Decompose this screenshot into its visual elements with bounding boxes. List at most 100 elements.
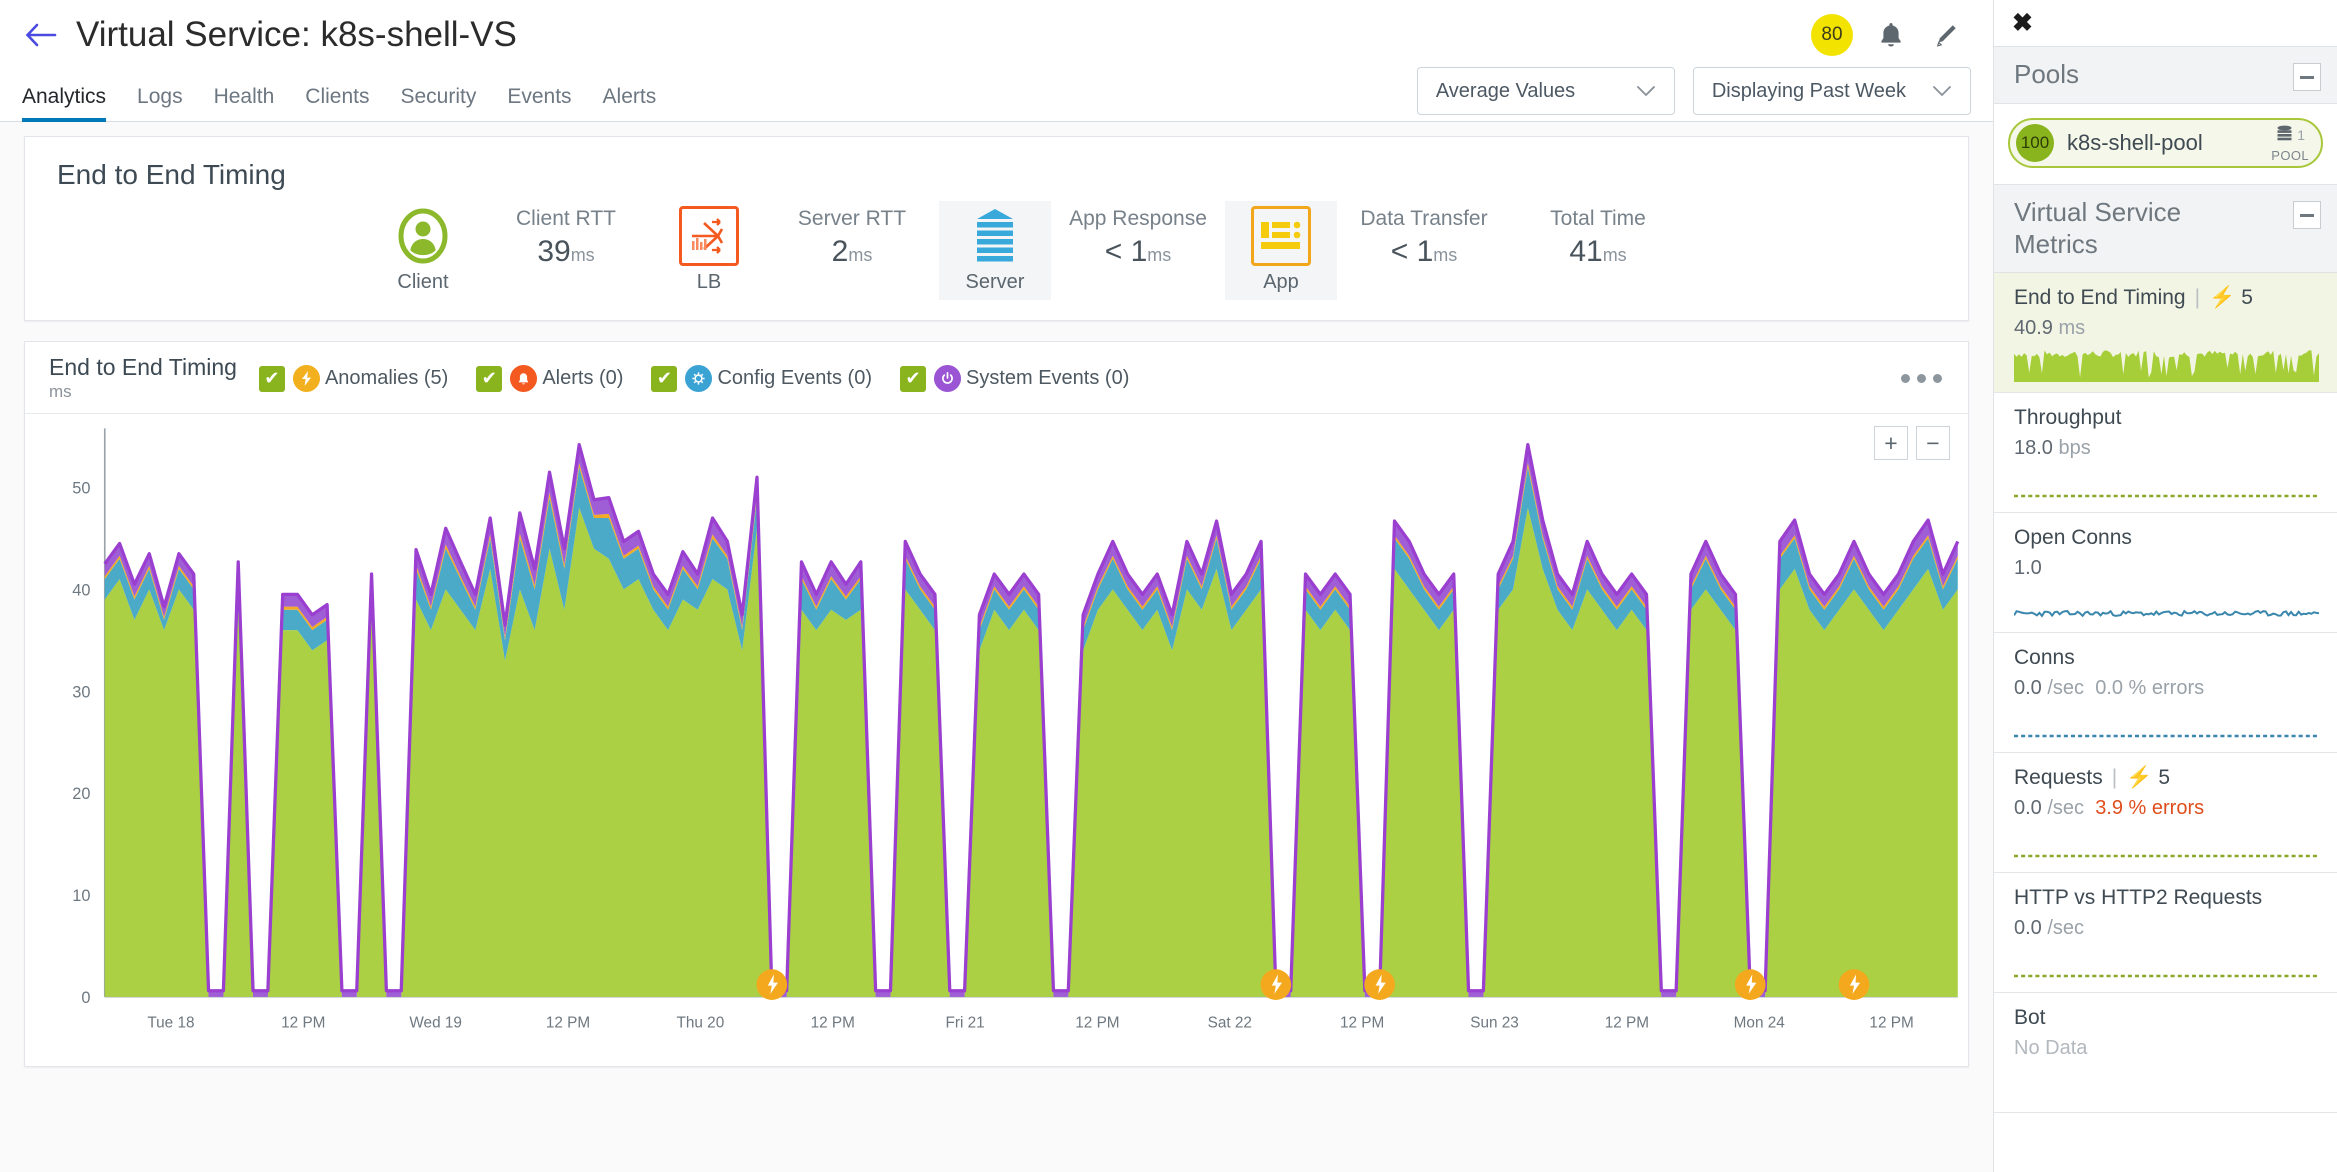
anomaly-marker-icon[interactable] xyxy=(1364,969,1395,1000)
metric-client-rtt-value: 39 xyxy=(537,235,571,268)
metric-row-name: Bot xyxy=(2014,1006,2319,1030)
anomaly-bolt-icon: ⚡ xyxy=(2209,286,2236,310)
legend-anomalies-label: Anomalies (5) xyxy=(324,367,449,389)
metric-row[interactable]: End to End Timing | ⚡ 5 40.9 ms xyxy=(1994,273,2337,394)
svg-text:Tue 18: Tue 18 xyxy=(147,1015,194,1032)
svg-text:0: 0 xyxy=(81,989,90,1007)
analytics-body: End to End Timing Client Client RTT 39 ms xyxy=(0,122,1993,1172)
tab-clients[interactable]: Clients xyxy=(305,85,369,121)
metric-row[interactable]: HTTP vs HTTP2 Requests 0.0 /sec xyxy=(1994,873,2337,994)
end-to-end-timing-title: End to End Timing xyxy=(57,159,286,190)
tab-alerts[interactable]: Alerts xyxy=(603,85,657,121)
metric-row[interactable]: Open Conns 1.0 xyxy=(1994,513,2337,634)
metric-row-name: Requests | ⚡ 5 xyxy=(2014,766,2319,790)
metric-data-transfer-unit: ms xyxy=(1433,245,1458,265)
metric-row-title: Open Conns xyxy=(2014,526,2132,550)
metric-value-unit: ms xyxy=(2052,317,2086,340)
legend-anomalies[interactable]: ✔ Anomalies (5) xyxy=(258,365,449,392)
anomaly-bolt-icon: ⚡ xyxy=(2126,766,2153,790)
zoom-out-button[interactable]: − xyxy=(1916,426,1950,460)
pencil-icon[interactable] xyxy=(1929,19,1961,51)
more-options-icon[interactable] xyxy=(1901,374,1946,383)
checkbox-alerts[interactable]: ✔ xyxy=(476,365,503,392)
tab-events[interactable]: Events xyxy=(507,85,571,121)
anomaly-marker-icon[interactable] xyxy=(1260,969,1292,1000)
svg-text:30: 30 xyxy=(72,683,90,701)
node-lb[interactable]: LB xyxy=(653,201,765,300)
metric-anomaly-count: 5 xyxy=(2158,766,2171,790)
metric-row[interactable]: Throughput 18.0 bps xyxy=(1994,393,2337,514)
svg-text:12 PM: 12 PM xyxy=(811,1015,855,1032)
metric-app-response-label: App Response xyxy=(1069,207,1207,230)
metric-error-rate: 3.9 % errors xyxy=(2095,797,2205,820)
vs-metrics-collapse-icon[interactable] xyxy=(2293,201,2321,229)
close-icon[interactable]: ✖ xyxy=(2012,10,2033,36)
tab-logs[interactable]: Logs xyxy=(137,85,183,121)
checkbox-system-events[interactable]: ✔ xyxy=(899,365,926,392)
tab-analytics[interactable]: Analytics xyxy=(22,85,107,122)
node-server-label: Server xyxy=(965,271,1025,293)
average-values-select[interactable]: Average Values xyxy=(1416,67,1675,115)
checkbox-config-events[interactable]: ✔ xyxy=(651,365,678,392)
pools-section-header: Pools xyxy=(1994,46,2337,104)
node-client[interactable]: Client xyxy=(367,201,479,300)
metric-row-title: End to End Timing xyxy=(2014,286,2186,310)
health-score-badge[interactable]: 80 xyxy=(1811,14,1853,56)
svg-text:12 PM: 12 PM xyxy=(1340,1015,1384,1032)
metric-sparkline xyxy=(2014,348,2319,383)
metric-sparkline xyxy=(2014,708,2319,742)
checkbox-anomalies[interactable]: ✔ xyxy=(258,365,285,392)
vs-metrics-title: Virtual Service Metrics xyxy=(2014,197,2182,259)
back-arrow-icon[interactable] xyxy=(22,16,60,54)
svg-text:Sat 22: Sat 22 xyxy=(1208,1015,1252,1032)
chevron-down-icon xyxy=(1636,85,1656,97)
svg-text:12 PM: 12 PM xyxy=(1869,1015,1913,1032)
metric-row[interactable]: Requests | ⚡ 5 0.0 /sec 3.9 % errors xyxy=(1994,753,2337,874)
metric-row[interactable]: Bot No Data xyxy=(1994,993,2337,1114)
right-panel: ✖ Pools 100 k8s-shell-pool 1 POOL Virtua… xyxy=(1993,0,2337,1172)
metric-row[interactable]: Conns 0.0 /sec 0.0 % errors xyxy=(1994,633,2337,754)
legend-system-events[interactable]: ✔ System Events (0) xyxy=(899,365,1129,392)
tab-security[interactable]: Security xyxy=(400,85,476,121)
pools-collapse-icon[interactable] xyxy=(2293,63,2321,91)
anomaly-marker-icon[interactable] xyxy=(1734,969,1766,1000)
metric-value-gap xyxy=(2084,677,2095,699)
pool-server-icon xyxy=(2275,125,2294,146)
time-range-select[interactable]: Displaying Past Week xyxy=(1692,67,1971,115)
timing-chart-card: End to End Timing ms ✔ Anomalies (5) ✔ A… xyxy=(24,341,1969,1067)
anomaly-marker-icon[interactable] xyxy=(1838,969,1870,1000)
metric-sparkline xyxy=(2014,588,2319,622)
vs-metrics-section-header: Virtual Service Metrics xyxy=(1994,184,2337,274)
chart-units: ms xyxy=(49,381,72,401)
tab-health[interactable]: Health xyxy=(214,85,275,121)
right-panel-close-row: ✖ xyxy=(1994,0,2337,46)
node-server[interactable]: Server xyxy=(939,201,1051,300)
pools-list: 100 k8s-shell-pool 1 POOL xyxy=(1994,104,2337,184)
end-to-end-timing-flow: Client Client RTT 39 ms LB Server RTT 2ms… xyxy=(49,195,1944,302)
metric-client-rtt-label: Client RTT xyxy=(516,207,616,230)
metric-row-value: 0.0 /sec 3.9 % errors xyxy=(2014,797,2319,820)
metric-server-rtt-unit: ms xyxy=(848,245,873,265)
legend-alerts[interactable]: ✔ Alerts (0) xyxy=(476,365,623,392)
area-chart-svg[interactable]: 0 10 20 30 40 50 Tue 18 12 PM Wed 19 12 PM Thu 20 1… xyxy=(25,414,1968,1068)
chart-title: End to End Timing xyxy=(49,354,237,381)
node-app-label: App xyxy=(1263,271,1299,293)
metric-server-rtt-label: Server RTT xyxy=(797,207,907,230)
pool-name: k8s-shell-pool xyxy=(2067,130,2203,155)
metric-value-gap xyxy=(2084,797,2095,819)
svg-text:10: 10 xyxy=(72,887,90,905)
anomaly-marker-icon[interactable] xyxy=(756,969,788,1000)
pool-item-k8s-shell-pool[interactable]: 100 k8s-shell-pool 1 POOL xyxy=(2008,118,2323,168)
bell-icon[interactable] xyxy=(1875,19,1907,51)
metric-row-value: 40.9 ms xyxy=(2014,317,2319,340)
metric-row-name: Open Conns xyxy=(2014,526,2319,550)
zoom-in-button[interactable]: + xyxy=(1874,426,1908,460)
pool-count: 1 xyxy=(2297,127,2306,143)
metric-sparkline xyxy=(2014,1068,2319,1102)
legend-config-events[interactable]: ✔ Config Events (0) xyxy=(651,365,872,392)
alert-bell-icon xyxy=(510,365,538,392)
metric-row-title: Throughput xyxy=(2014,406,2122,430)
node-app[interactable]: App xyxy=(1225,201,1337,300)
client-person-icon xyxy=(397,205,449,267)
metric-total-time-value: 41 xyxy=(1569,235,1603,268)
